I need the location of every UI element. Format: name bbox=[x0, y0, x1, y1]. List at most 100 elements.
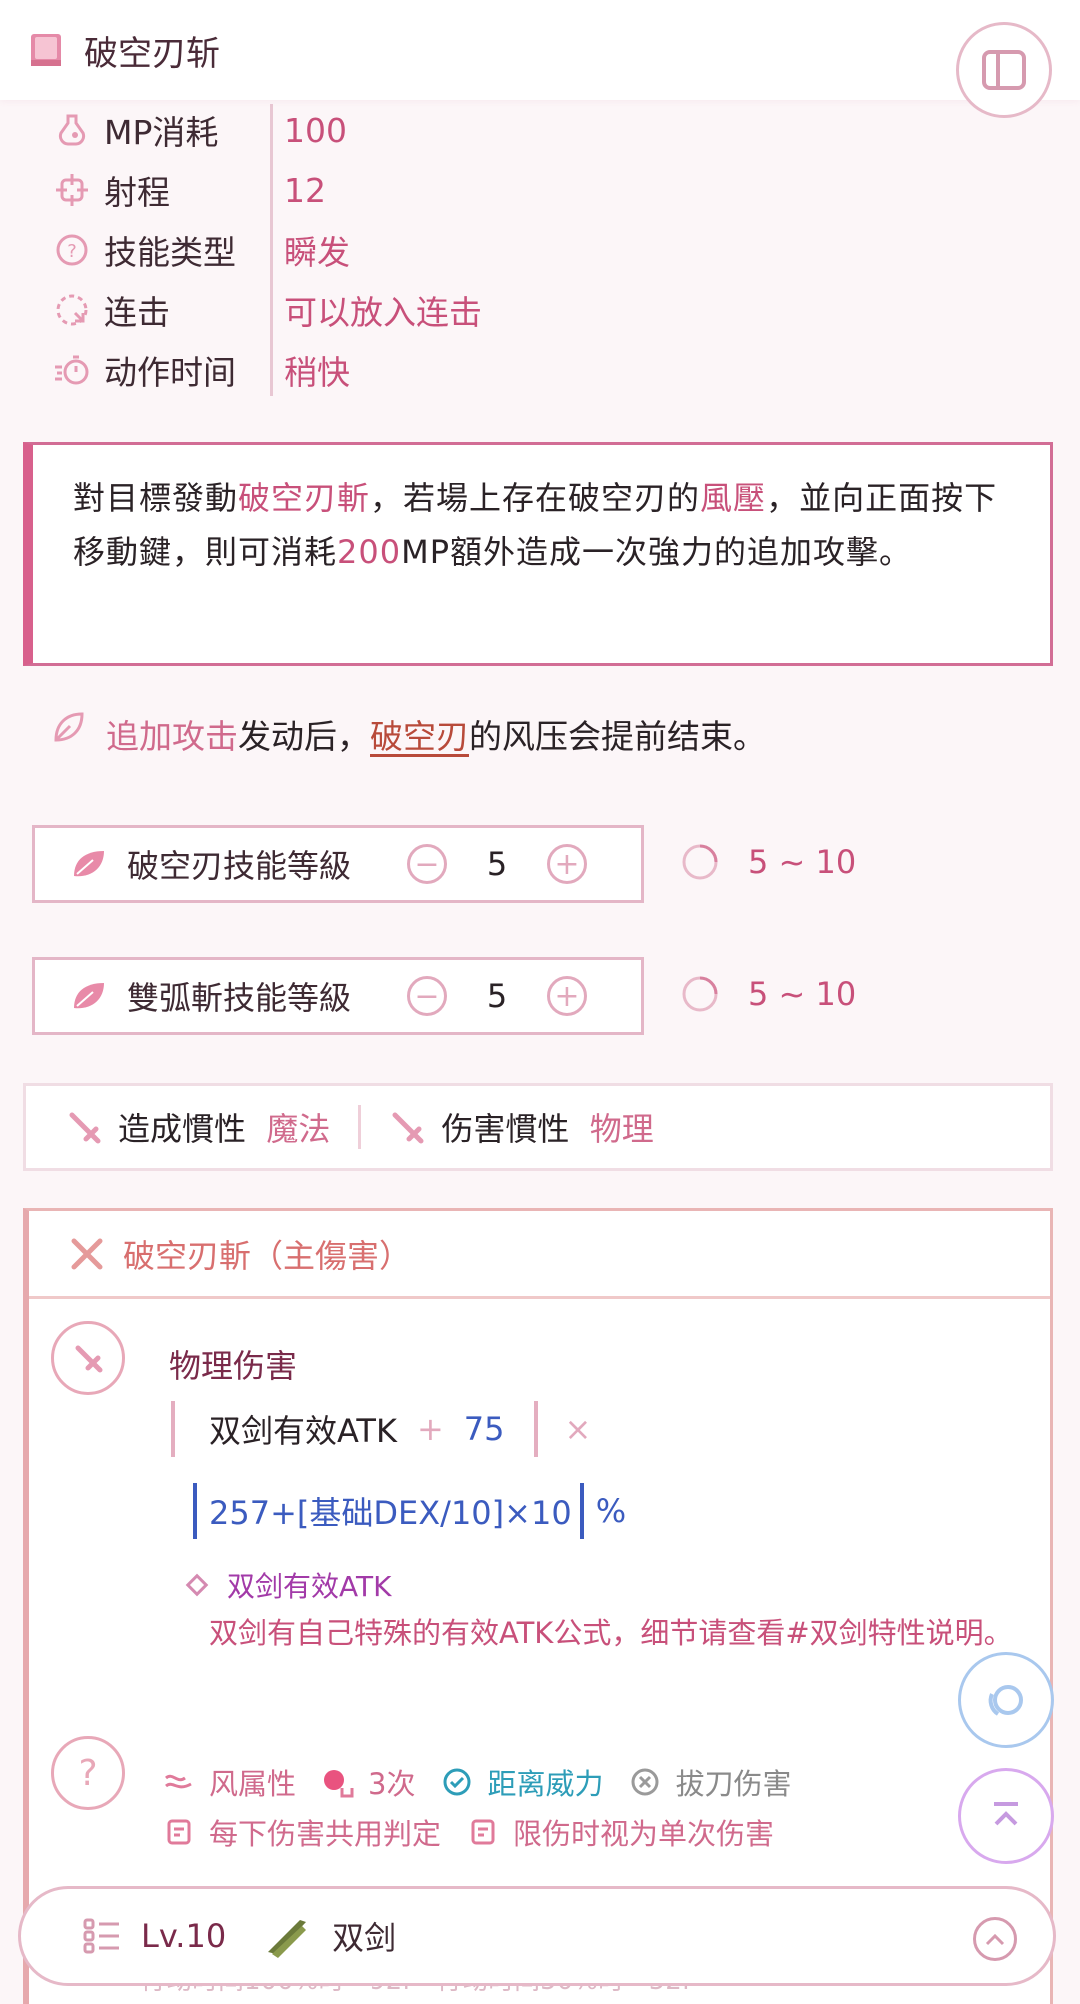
decrement-button[interactable]: − bbox=[407, 844, 447, 884]
question-icon: ? bbox=[52, 230, 92, 270]
stat-label: MP消耗 bbox=[104, 113, 219, 152]
stat-label: 射程 bbox=[104, 173, 170, 212]
level-range-text: 5 ~ 10 bbox=[748, 843, 857, 881]
sidebar-toggle-button[interactable] bbox=[956, 22, 1052, 118]
inertia-label: 伤害慣性 bbox=[441, 1110, 570, 1148]
help-badge[interactable]: ? bbox=[51, 1736, 125, 1810]
note-text: 发动后， bbox=[238, 717, 370, 756]
tag-label: 拔刀伤害 bbox=[675, 1767, 792, 1801]
level-range-2: 5 ~ 10 bbox=[680, 974, 856, 1014]
desc-text: 對目標發動 bbox=[73, 479, 239, 517]
weapon-type: 双剑 bbox=[332, 1919, 397, 1957]
stat-value: 12 bbox=[284, 170, 326, 210]
leaf-icon bbox=[74, 983, 104, 1009]
sword-icon bbox=[392, 1112, 424, 1144]
check-circle-icon bbox=[443, 1768, 471, 1796]
increment-button[interactable]: + bbox=[547, 976, 587, 1016]
note-link-skill[interactable]: 破空刃 bbox=[370, 710, 469, 758]
tag-label: 限伤时视为单次伤害 bbox=[513, 1817, 775, 1851]
divider bbox=[358, 1105, 362, 1149]
damage-card: 破空刃斬（主傷害） 物理伤害 双剑有效ATK + 75 × 257+[基础DEX… bbox=[23, 1208, 1053, 2004]
tag-single-damage: 限伤时视为单次伤害 bbox=[467, 1811, 774, 1853]
plus-icon: + bbox=[554, 846, 580, 882]
refresh-fab[interactable] bbox=[958, 1652, 1054, 1748]
sidebar-toggle-icon bbox=[982, 50, 1026, 90]
inertia-value: 物理 bbox=[589, 1110, 654, 1148]
formula-constant: 75 bbox=[463, 1410, 505, 1448]
wind-icon bbox=[165, 1774, 192, 1789]
note-link-follow-up[interactable]: 追加攻击 bbox=[106, 710, 238, 758]
desc-text: MP額外造成一次強力的追加攻擊。 bbox=[401, 533, 913, 571]
note-text: 的风压会提前结束。 bbox=[469, 717, 766, 756]
stat-value: 100 bbox=[284, 110, 347, 150]
damage-tags-2: 每下伤害共用判定 限伤时视为单次伤害 bbox=[163, 1811, 800, 1853]
x-circle-icon bbox=[631, 1768, 659, 1796]
tag-draw-damage: 拔刀伤害 bbox=[629, 1761, 792, 1803]
tag-wind: 风属性 bbox=[163, 1761, 296, 1803]
tip-title: 双剑有效ATK bbox=[185, 1565, 391, 1605]
tag-label: 3次 bbox=[368, 1767, 416, 1801]
inertia-label: 造成慣性 bbox=[118, 1110, 247, 1148]
decrement-button[interactable]: − bbox=[407, 976, 447, 1016]
progress-ring-icon bbox=[682, 844, 718, 880]
stat-label: 技能类型 bbox=[104, 233, 236, 272]
svg-text:?: ? bbox=[67, 241, 77, 262]
desc-mp-cost: 200 bbox=[337, 533, 402, 571]
skill-level-control-2: 雙弧斬技能等級 − 5 + bbox=[32, 957, 644, 1035]
damage-card-header: 破空刃斬（主傷害） bbox=[29, 1211, 1050, 1299]
damage-inertia: 伤害慣性 物理 bbox=[389, 1104, 654, 1150]
cause-inertia: 造成慣性 魔法 bbox=[66, 1104, 330, 1150]
stat-value: 可以放入连击 bbox=[284, 293, 482, 332]
desc-text: ，若場上存在破空刃的 bbox=[370, 479, 701, 517]
inertia-value: 魔法 bbox=[266, 1110, 331, 1148]
leaf-icon bbox=[74, 851, 104, 877]
stat-row-range: 射程 12 bbox=[52, 160, 652, 220]
tag-hits: 3次 bbox=[322, 1761, 415, 1803]
damage-tags: 风属性 3次 距离威力 拔刀伤害 bbox=[163, 1761, 818, 1803]
chevron-up-icon bbox=[985, 1933, 1005, 1946]
arrow-up-to-top-icon bbox=[994, 1802, 1018, 1826]
tag-shared-judgement: 每下伤害共用判定 bbox=[163, 1811, 441, 1853]
minus-icon: − bbox=[414, 978, 440, 1014]
level-range-text: 5 ~ 10 bbox=[748, 975, 857, 1013]
list-icon bbox=[83, 1918, 119, 1954]
stat-value: 稍快 bbox=[284, 353, 350, 392]
stat-row-mp: MP消耗 100 bbox=[52, 100, 652, 160]
formula-base: 双剑有效ATK + 75 × bbox=[171, 1401, 591, 1457]
sword-icon bbox=[75, 1345, 103, 1373]
timer-icon bbox=[52, 350, 92, 390]
question-icon: ? bbox=[78, 1752, 98, 1794]
tag-label: 风属性 bbox=[209, 1767, 297, 1801]
doc-icon bbox=[167, 1819, 191, 1845]
dual-sword-icon bbox=[268, 1920, 307, 1958]
leaf-icon bbox=[54, 712, 84, 742]
bracket bbox=[534, 1401, 539, 1457]
increment-button[interactable]: + bbox=[547, 844, 587, 884]
stat-row-action-time: 动作时间 稍快 bbox=[52, 340, 652, 400]
tag-label: 距离威力 bbox=[487, 1767, 604, 1801]
hits-icon bbox=[324, 1770, 354, 1798]
level-range-1: 5 ~ 10 bbox=[680, 842, 856, 882]
crossed-swords-icon bbox=[71, 1238, 103, 1269]
tip-body: 双剑有自己特殊的有效ATK公式，细节请查看#双剑特性说明。 bbox=[209, 1616, 1013, 1650]
level-label: 雙弧斬技能等級 bbox=[127, 979, 352, 1017]
stats-divider bbox=[270, 104, 273, 396]
plus-sign: + bbox=[416, 1410, 444, 1448]
level-value[interactable]: 5 bbox=[447, 845, 547, 883]
minus-icon: − bbox=[414, 846, 440, 882]
stat-row-type: ? 技能类型 瞬发 bbox=[52, 220, 652, 280]
stat-row-combo: 连击 可以放入连击 bbox=[52, 280, 652, 340]
combo-icon bbox=[52, 290, 92, 330]
expand-button[interactable] bbox=[973, 1917, 1017, 1961]
damage-type-badge bbox=[51, 1321, 125, 1395]
bracket bbox=[193, 1483, 197, 1539]
scroll-top-fab[interactable] bbox=[958, 1768, 1054, 1864]
bottom-bar[interactable]: Lv.10 双剑 bbox=[18, 1886, 1056, 1986]
damage-type: 物理伤害 bbox=[169, 1347, 298, 1385]
plus-icon: + bbox=[554, 978, 580, 1014]
level-value[interactable]: 5 bbox=[447, 977, 547, 1015]
skill-stats: MP消耗 100 射程 12 ? 技能类型 瞬发 连击 可以放入连击 动作时间 … bbox=[52, 100, 652, 400]
bracket bbox=[579, 1483, 584, 1539]
progress-ring-icon bbox=[682, 976, 718, 1012]
bracket bbox=[171, 1401, 175, 1457]
